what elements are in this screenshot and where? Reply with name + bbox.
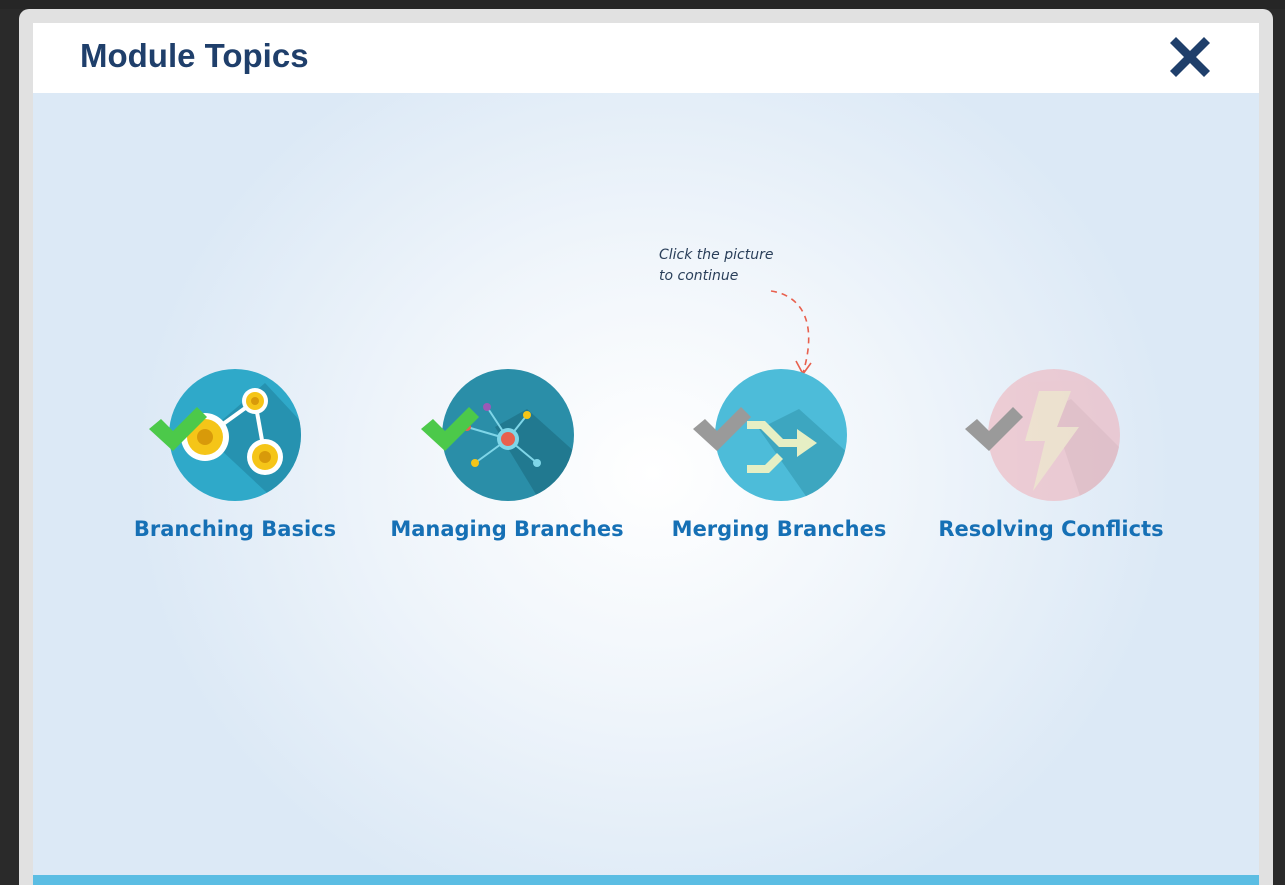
dialog-header: Module Topics bbox=[33, 23, 1259, 93]
topics-stage: Click the picture to continue Branching … bbox=[33, 93, 1259, 875]
close-button[interactable] bbox=[1164, 31, 1216, 83]
click-hint: Click the picture to continue bbox=[659, 245, 773, 287]
merge-arrows-icon bbox=[693, 369, 847, 501]
topic-resolving-conflicts[interactable]: Resolving Conflicts bbox=[921, 369, 1181, 541]
lightning-icon bbox=[965, 369, 1120, 501]
dialog-frame: Module Topics Click the picture to conti… bbox=[19, 9, 1273, 885]
topic-label[interactable]: Branching Basics bbox=[105, 517, 365, 541]
topic-branching-basics[interactable]: Branching Basics bbox=[105, 369, 365, 541]
branch-nodes-icon bbox=[149, 369, 301, 501]
dialog-title: Module Topics bbox=[80, 37, 309, 74]
topic-label[interactable]: Managing Branches bbox=[377, 517, 637, 541]
topic-label[interactable]: Merging Branches bbox=[649, 517, 909, 541]
topic-label[interactable]: Resolving Conflicts bbox=[921, 517, 1181, 541]
module-topics-dialog: Module Topics Click the picture to conti… bbox=[33, 23, 1259, 885]
hint-line-2: to continue bbox=[659, 268, 739, 284]
browser-top-strip bbox=[0, 0, 1285, 9]
topic-merging-branches[interactable]: Merging Branches bbox=[649, 369, 909, 541]
topic-managing-branches[interactable]: Managing Branches bbox=[377, 369, 637, 541]
close-x-icon bbox=[1170, 37, 1210, 77]
network-icon bbox=[421, 369, 574, 501]
hint-line-1: Click the picture bbox=[659, 247, 774, 263]
bottom-progress-bar bbox=[33, 875, 1259, 885]
curved-arrow-icon bbox=[770, 290, 812, 376]
